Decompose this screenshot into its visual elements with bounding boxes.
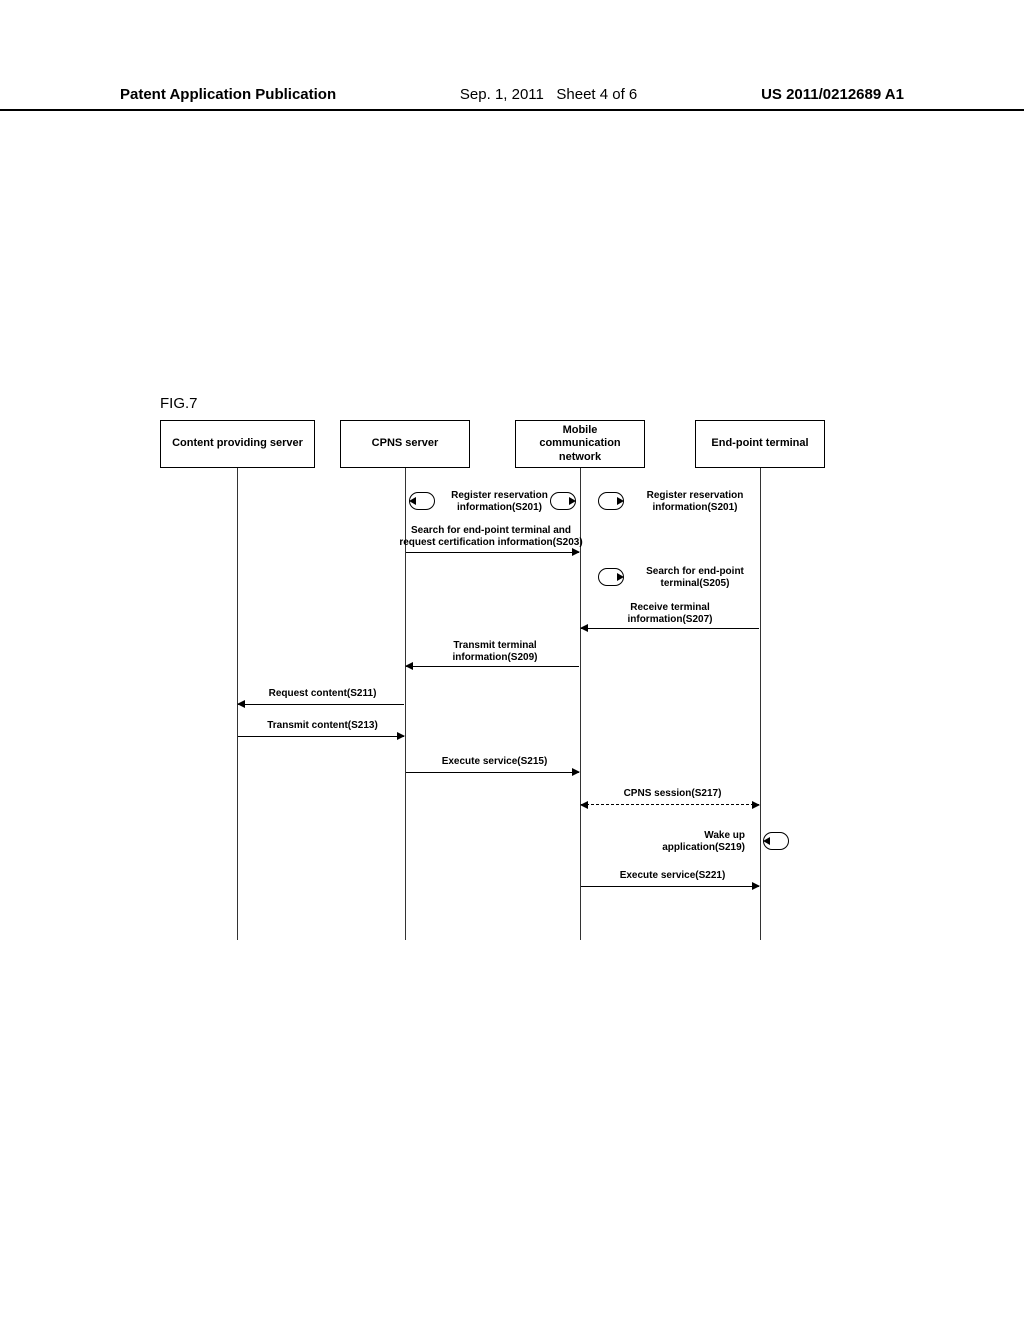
msg-s215: Execute service(S215): [432, 756, 557, 768]
selfloop-icon: [598, 492, 624, 510]
msg-s219: Wake up application(S219): [645, 830, 745, 853]
arrow-right-icon: [581, 886, 759, 887]
page-header: Patent Application Publication Sep. 1, 2…: [0, 86, 1024, 111]
header-center: Sep. 1, 2011 Sheet 4 of 6: [460, 86, 637, 103]
msg-s203: Search for end-point terminal and reques…: [386, 525, 596, 548]
msg-s201b: Register reservation information(S201): [630, 490, 760, 513]
msg-s207: Receive terminal information(S207): [605, 602, 735, 625]
selfloop-icon: [763, 832, 789, 850]
lifeline-endpoint: [760, 468, 761, 940]
msg-s201a: Register reservation information(S201): [442, 490, 557, 513]
msg-s221: Execute service(S221): [610, 870, 735, 882]
participant-mobile-network: Mobile communication network: [515, 420, 645, 468]
arrow-left-icon: [406, 666, 579, 667]
selfloop-icon: [409, 492, 435, 510]
participant-label: Content providing server: [172, 437, 303, 450]
participant-label: CPNS server: [372, 437, 439, 450]
arrow-right-icon: [406, 552, 579, 553]
selfloop-icon: [598, 568, 624, 586]
participant-label: Mobile communication network: [539, 424, 620, 464]
participant-cpns-server: CPNS server: [340, 420, 470, 468]
arrow-right-icon: [406, 772, 579, 773]
figure-label: FIG.7: [160, 395, 198, 412]
participant-label: End-point terminal: [711, 437, 808, 450]
arrow-double-icon: [581, 804, 759, 805]
msg-s211: Request content(S211): [255, 688, 390, 700]
arrow-right-icon: [238, 736, 404, 737]
msg-s213: Transmit content(S213): [255, 720, 390, 732]
participant-content-server: Content providing server: [160, 420, 315, 468]
arrow-left-icon: [581, 628, 759, 629]
sequence-diagram: Content providing server CPNS server Mob…: [160, 420, 875, 940]
header-right: US 2011/0212689 A1: [761, 86, 904, 103]
header-left: Patent Application Publication: [120, 86, 336, 103]
msg-s209: Transmit terminal information(S209): [435, 640, 555, 663]
arrow-left-icon: [238, 704, 404, 705]
participant-endpoint: End-point terminal: [695, 420, 825, 468]
msg-s217: CPNS session(S217): [610, 788, 735, 800]
msg-s205: Search for end-point terminal(S205): [630, 566, 760, 589]
